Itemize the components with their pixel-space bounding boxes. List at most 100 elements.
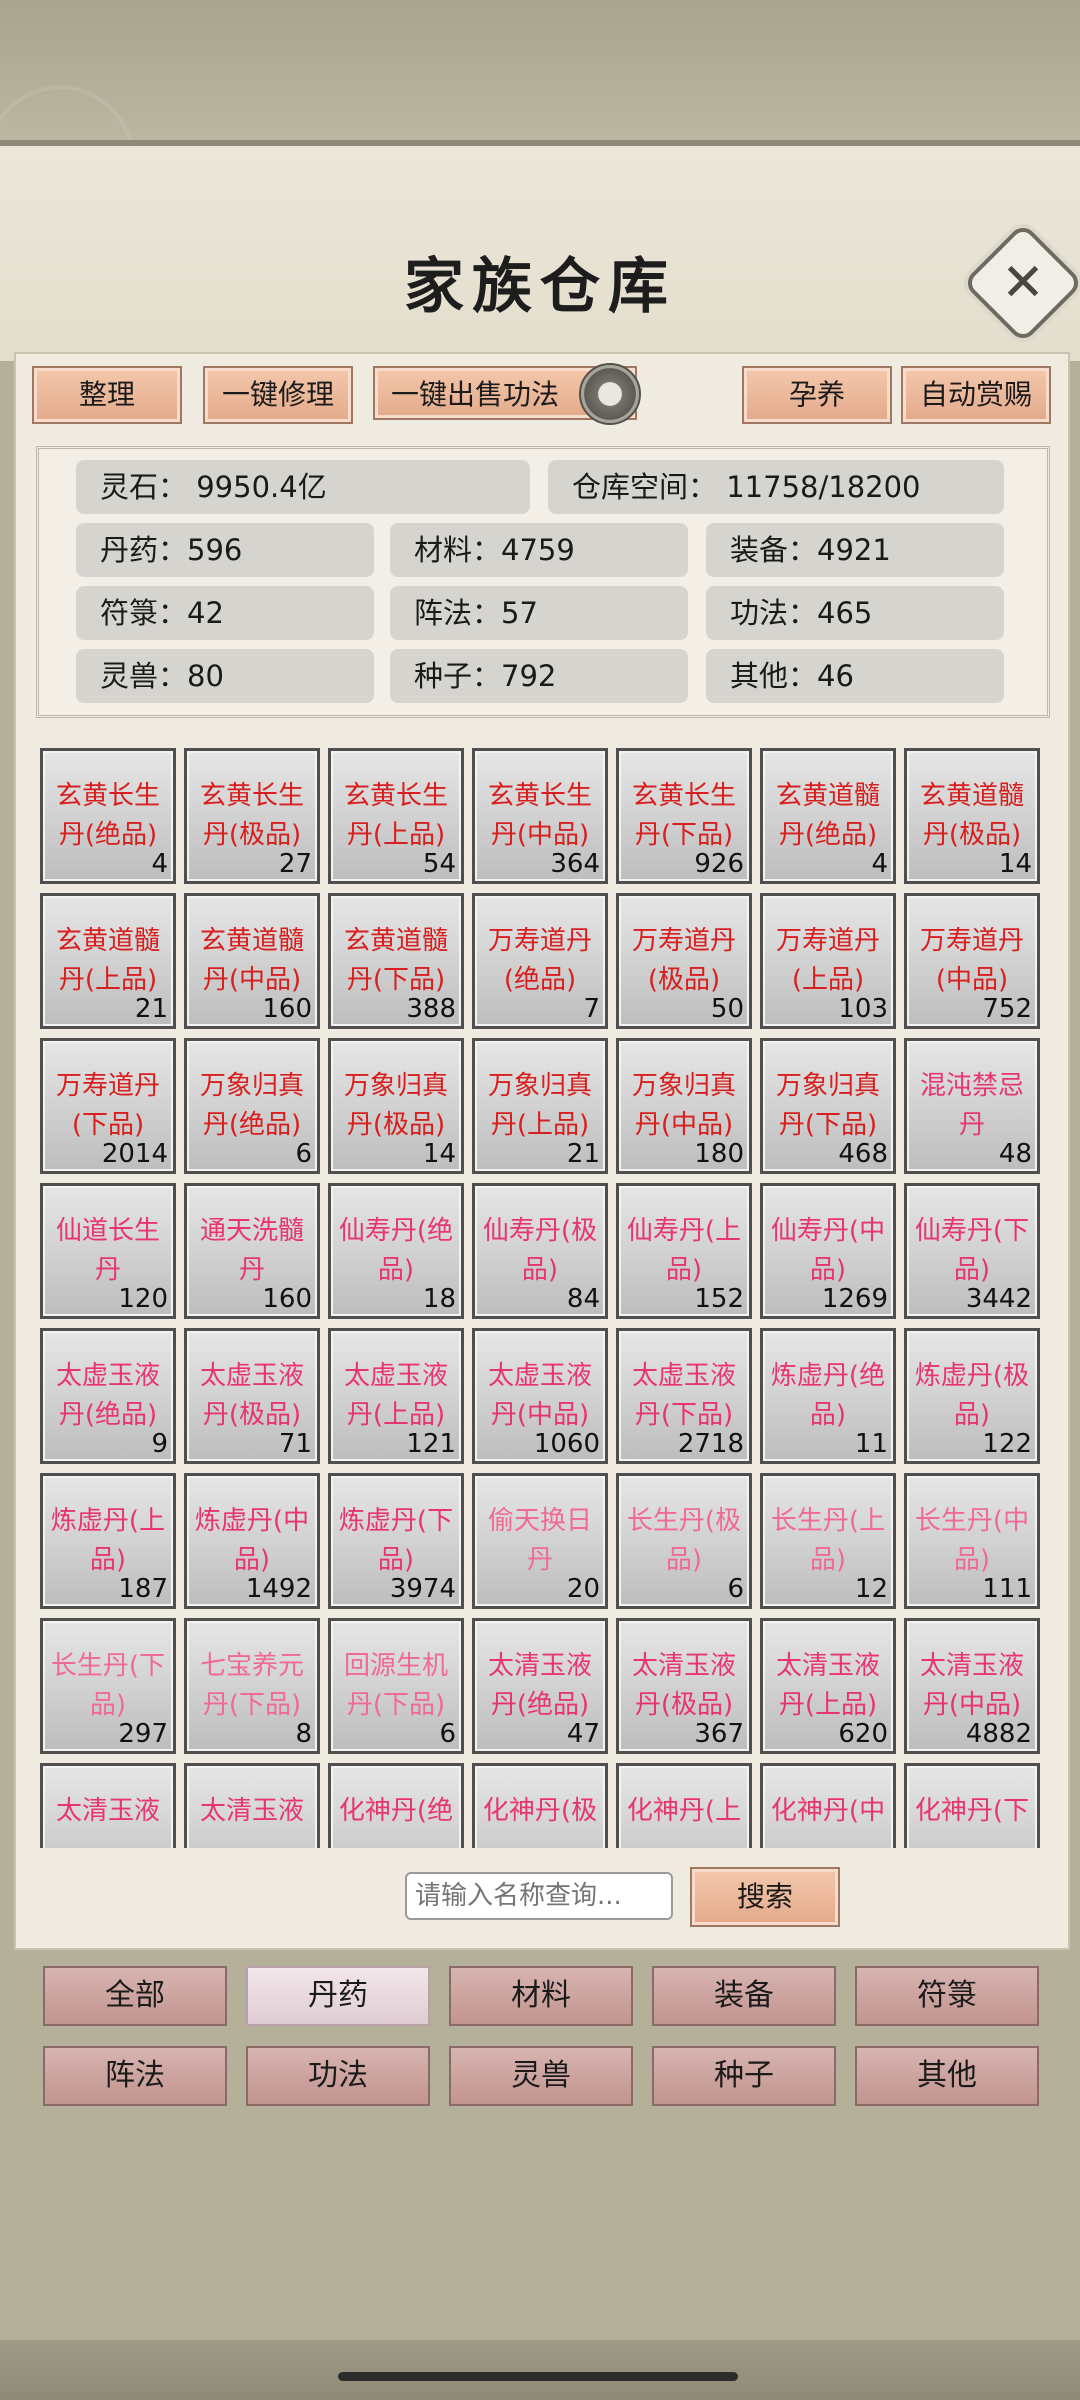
item-slot[interactable]: 炼虚丹(上品) 187 <box>40 1473 176 1609</box>
item-slot[interactable]: 偷天换日丹 20 <box>472 1473 608 1609</box>
item-slot[interactable]: 炼虚丹(绝品) 11 <box>760 1328 896 1464</box>
stat-skills: 功法：465 <box>706 586 1004 640</box>
item-slot[interactable]: 万象归真丹(上品) 21 <box>472 1038 608 1174</box>
item-slot[interactable]: 化神丹(绝 <box>328 1763 464 1848</box>
item-slot[interactable]: 混沌禁忌丹 48 <box>904 1038 1040 1174</box>
item-slot[interactable]: 通天洗髓丹 160 <box>184 1183 320 1319</box>
tab-4[interactable]: 符箓 <box>855 1966 1039 2026</box>
item-slot[interactable]: 太虚玉液丹(中品) 1060 <box>472 1328 608 1464</box>
item-slot[interactable]: 玄黄道髓丹(下品) 388 <box>328 893 464 1029</box>
item-slot[interactable]: 万象归真丹(中品) 180 <box>616 1038 752 1174</box>
item-slot[interactable]: 太清玉液丹(中品) 4882 <box>904 1618 1040 1754</box>
item-slot[interactable]: 长生丹(上品) 12 <box>760 1473 896 1609</box>
item-slot[interactable]: 万寿道丹(极品) 50 <box>616 893 752 1029</box>
item-slot[interactable]: 万寿道丹(下品) 2014 <box>40 1038 176 1174</box>
item-slot[interactable]: 玄黄长生丹(绝品) 4 <box>40 748 176 884</box>
search-input[interactable] <box>405 1872 673 1920</box>
gear-icon[interactable] <box>579 363 641 425</box>
tab-8[interactable]: 种子 <box>652 2046 836 2106</box>
item-slot[interactable]: 化神丹(中 <box>760 1763 896 1848</box>
item-count: 71 <box>278 1429 312 1459</box>
item-slot[interactable]: 万象归真丹(极品) 14 <box>328 1038 464 1174</box>
item-slot[interactable]: 长生丹(下品) 297 <box>40 1618 176 1754</box>
item-slot[interactable]: 太清玉液丹(极品) 367 <box>616 1618 752 1754</box>
item-count: 7 <box>583 994 600 1024</box>
item-name: 化神丹(下 <box>914 1796 1030 1826</box>
item-slot[interactable]: 玄黄长生丹(极品) 27 <box>184 748 320 884</box>
item-count: 926 <box>694 849 744 879</box>
auto-reward-button[interactable]: 自动赏赐 <box>901 366 1051 424</box>
item-name: 长生丹(下品) <box>50 1651 166 1720</box>
item-name: 仙寿丹(上品) <box>626 1216 742 1285</box>
item-grid[interactable]: 玄黄长生丹(绝品) 4 玄黄长生丹(极品) 27 玄黄长生丹(上品) 54 玄黄长生丹(中品… <box>36 742 1048 1848</box>
stat-seeds: 种子：792 <box>390 649 688 703</box>
tab-3[interactable]: 装备 <box>652 1966 836 2026</box>
item-slot[interactable]: 万寿道丹(中品) 752 <box>904 893 1040 1029</box>
item-slot[interactable]: 万寿道丹(绝品) 7 <box>472 893 608 1029</box>
item-name: 太虚玉液丹(下品) <box>631 1361 736 1430</box>
search-button[interactable]: 搜索 <box>690 1867 840 1927</box>
item-slot[interactable]: 玄黄道髓丹(绝品) 4 <box>760 748 896 884</box>
item-slot[interactable]: 万象归真丹(绝品) 6 <box>184 1038 320 1174</box>
item-slot[interactable]: 玄黄长生丹(下品) 926 <box>616 748 752 884</box>
tab-6[interactable]: 功法 <box>246 2046 430 2106</box>
tab-2[interactable]: 材料 <box>449 1966 633 2026</box>
item-slot[interactable]: 玄黄道髓丹(上品) 21 <box>40 893 176 1029</box>
item-slot[interactable]: 太虚玉液丹(极品) 71 <box>184 1328 320 1464</box>
item-slot[interactable]: 仙寿丹(下品) 3442 <box>904 1183 1040 1319</box>
item-slot[interactable]: 太虚玉液丹(下品) 2718 <box>616 1328 752 1464</box>
tab-1[interactable]: 丹药 <box>246 1966 430 2026</box>
stat-talismans: 符箓：42 <box>76 586 374 640</box>
item-slot[interactable]: 仙道长生丹 120 <box>40 1183 176 1319</box>
item-count: 21 <box>566 1139 600 1169</box>
item-slot[interactable]: 化神丹(极 <box>472 1763 608 1848</box>
item-slot[interactable]: 炼虚丹(下品) 3974 <box>328 1473 464 1609</box>
organize-button[interactable]: 整理 <box>32 366 182 424</box>
item-count: 160 <box>262 994 312 1024</box>
tab-7[interactable]: 灵兽 <box>449 2046 633 2106</box>
item-slot[interactable]: 玄黄长生丹(上品) 54 <box>328 748 464 884</box>
item-slot[interactable]: 万寿道丹(上品) 103 <box>760 893 896 1029</box>
item-count: 50 <box>710 994 744 1024</box>
item-slot[interactable]: 太虚玉液丹(上品) 121 <box>328 1328 464 1464</box>
item-slot[interactable]: 太清玉液 <box>40 1763 176 1848</box>
item-slot[interactable]: 玄黄道髓丹(极品) 14 <box>904 748 1040 884</box>
item-name: 回源生机丹(下品) <box>343 1651 448 1720</box>
item-slot[interactable]: 仙寿丹(上品) 152 <box>616 1183 752 1319</box>
item-slot[interactable]: 太清玉液丹(绝品) 47 <box>472 1618 608 1754</box>
item-slot[interactable]: 玄黄道髓丹(中品) 160 <box>184 893 320 1029</box>
item-slot[interactable]: 仙寿丹(绝品) 18 <box>328 1183 464 1319</box>
item-slot[interactable]: 太清玉液 <box>184 1763 320 1848</box>
item-slot[interactable]: 化神丹(上 <box>616 1763 752 1848</box>
item-count: 4882 <box>965 1719 1032 1749</box>
item-slot[interactable]: 玄黄长生丹(中品) 364 <box>472 748 608 884</box>
tab-9[interactable]: 其他 <box>855 2046 1039 2106</box>
item-name: 长生丹(极品) <box>626 1506 742 1575</box>
item-slot[interactable]: 仙寿丹(中品) 1269 <box>760 1183 896 1319</box>
item-count: 48 <box>998 1139 1032 1169</box>
tab-5[interactable]: 阵法 <box>43 2046 227 2106</box>
item-slot[interactable]: 太清玉液丹(上品) 620 <box>760 1618 896 1754</box>
item-slot[interactable]: 仙寿丹(极品) 84 <box>472 1183 608 1319</box>
tab-0[interactable]: 全部 <box>43 1966 227 2026</box>
item-slot[interactable]: 长生丹(中品) 111 <box>904 1473 1040 1609</box>
item-slot[interactable]: 万象归真丹(下品) 468 <box>760 1038 896 1174</box>
item-slot[interactable]: 七宝养元丹(下品) 8 <box>184 1618 320 1754</box>
nurture-button[interactable]: 孕养 <box>742 366 892 424</box>
item-name: 七宝养元丹(下品) <box>199 1651 304 1720</box>
item-slot[interactable]: 长生丹(极品) 6 <box>616 1473 752 1609</box>
item-slot[interactable]: 炼虚丹(极品) 122 <box>904 1328 1040 1464</box>
item-count: 8 <box>295 1719 312 1749</box>
item-slot[interactable]: 太虚玉液丹(绝品) 9 <box>40 1328 176 1464</box>
item-slot[interactable]: 化神丹(下 <box>904 1763 1040 1848</box>
item-slot[interactable]: 炼虚丹(中品) 1492 <box>184 1473 320 1609</box>
item-count: 111 <box>982 1574 1032 1604</box>
item-count: 27 <box>278 849 312 879</box>
item-name: 混沌禁忌丹 <box>919 1071 1024 1140</box>
item-name: 万寿道丹(上品) <box>775 926 880 995</box>
item-name: 仙寿丹(极品) <box>482 1216 598 1285</box>
repair-all-button[interactable]: 一键修理 <box>203 366 353 424</box>
item-slot[interactable]: 回源生机丹(下品) 6 <box>328 1618 464 1754</box>
item-name: 长生丹(上品) <box>770 1506 886 1575</box>
home-indicator[interactable] <box>338 2372 738 2381</box>
